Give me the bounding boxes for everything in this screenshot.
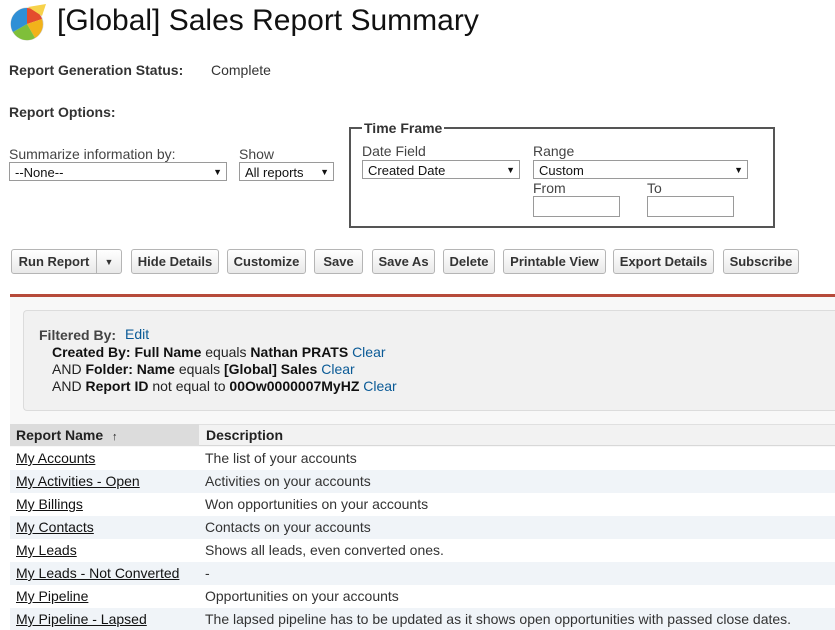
show-select-value: All reports xyxy=(245,164,304,180)
show-select[interactable]: All reports ▼ xyxy=(239,162,334,181)
summarize-select[interactable]: --None-- ▼ xyxy=(9,162,227,181)
time-frame-legend: Time Frame xyxy=(362,120,445,136)
status-value: Complete xyxy=(211,62,271,78)
export-details-button[interactable]: Export Details xyxy=(613,249,714,274)
table-row: My Accounts The list of your accounts xyxy=(10,447,835,470)
filter-operator: equals xyxy=(205,344,247,360)
report-description: Activities on your accounts xyxy=(205,473,371,489)
clear-filter-link[interactable]: Clear xyxy=(352,344,385,360)
from-label: From xyxy=(533,180,566,196)
filter-value: 00Ow0000007MyHZ xyxy=(229,378,360,394)
subscribe-button[interactable]: Subscribe xyxy=(723,249,799,274)
report-name-link[interactable]: My Activities - Open xyxy=(16,473,140,489)
page-title: [Global] Sales Report Summary xyxy=(57,4,479,37)
report-options-label: Report Options: xyxy=(9,104,116,120)
report-description: The lapsed pipeline has to be updated as… xyxy=(205,611,792,627)
filter-operator: equals xyxy=(178,361,221,377)
filter-value: Nathan PRATS xyxy=(250,344,349,360)
customize-button[interactable]: Customize xyxy=(227,249,306,274)
report-name-link[interactable]: My Accounts xyxy=(16,450,95,466)
report-description: Contacts on your accounts xyxy=(205,519,371,535)
filter-line: Created By: Full Name equals Nathan PRAT… xyxy=(52,344,386,360)
report-name-header-label[interactable]: Report Name ↑ xyxy=(16,427,118,443)
date-field-label: Date Field xyxy=(362,143,426,159)
show-label: Show xyxy=(239,146,275,162)
filter-field: Folder: Name xyxy=(85,361,175,377)
table-row: My Leads Shows all leads, even converted… xyxy=(10,539,835,562)
filter-line: AND Report ID not equal to 00Ow0000007My… xyxy=(52,378,397,394)
run-report-dropdown-button[interactable]: ▼ xyxy=(96,249,122,274)
save-as-button[interactable]: Save As xyxy=(372,249,435,274)
from-date-input[interactable] xyxy=(533,196,620,217)
report-name-link[interactable]: My Contacts xyxy=(16,519,94,535)
dropdown-arrow-icon: ▼ xyxy=(213,167,222,177)
hide-details-button[interactable]: Hide Details xyxy=(131,249,219,274)
dropdown-arrow-icon: ▼ xyxy=(320,167,329,177)
range-label: Range xyxy=(533,143,575,159)
filter-conjunction: AND xyxy=(52,361,82,377)
table-row: My Activities - Open Activities on your … xyxy=(10,470,835,493)
edit-filters-link[interactable]: Edit xyxy=(125,326,149,342)
table-row: My Billings Won opportunities on your ac… xyxy=(10,493,835,516)
dropdown-arrow-icon: ▼ xyxy=(506,165,515,175)
table-row: My Contacts Contacts on your accounts xyxy=(10,516,835,539)
delete-button[interactable]: Delete xyxy=(443,249,495,274)
report-name-header-text: Report Name xyxy=(16,427,104,443)
clear-filter-link[interactable]: Clear xyxy=(363,378,396,394)
filter-line: AND Folder: Name equals [Global] Sales C… xyxy=(52,361,355,377)
dropdown-arrow-icon: ▼ xyxy=(734,165,743,175)
report-description: Won opportunities on your accounts xyxy=(205,496,429,512)
report-chart-icon xyxy=(8,2,50,44)
run-report-button[interactable]: Run Report xyxy=(11,249,97,274)
status-label: Report Generation Status: xyxy=(9,62,184,78)
filter-field: Created By: Full Name xyxy=(52,344,202,360)
filter-field: Report ID xyxy=(85,378,149,394)
save-button[interactable]: Save xyxy=(314,249,363,274)
clear-filter-link[interactable]: Clear xyxy=(321,361,354,377)
report-name-link[interactable]: My Leads - Not Converted xyxy=(16,565,179,581)
summarize-select-value: --None-- xyxy=(15,164,64,180)
table-row: My Pipeline Opportunities on your accoun… xyxy=(10,585,835,608)
filter-value: [Global] Sales xyxy=(223,361,318,377)
description-column-header: Description xyxy=(206,427,284,443)
report-description: - xyxy=(205,565,210,581)
to-date-input[interactable] xyxy=(647,196,734,217)
report-description: The list of your accounts xyxy=(205,450,357,466)
to-label: To xyxy=(647,180,662,196)
report-description: Shows all leads, even converted ones. xyxy=(205,542,444,558)
range-value: Custom xyxy=(539,162,584,178)
filter-operator: not equal to xyxy=(152,378,226,394)
filtered-by-label: Filtered By: xyxy=(39,327,117,343)
report-name-link[interactable]: My Pipeline xyxy=(16,588,88,604)
report-name-link[interactable]: My Billings xyxy=(16,496,83,512)
table-row: My Pipeline - Lapsed The lapsed pipeline… xyxy=(10,608,835,630)
report-name-link[interactable]: My Pipeline - Lapsed xyxy=(16,611,147,627)
date-field-select[interactable]: Created Date ▼ xyxy=(362,160,520,179)
sort-ascending-icon: ↑ xyxy=(112,431,118,443)
table-row: My Leads - Not Converted - xyxy=(10,562,835,585)
printable-view-button[interactable]: Printable View xyxy=(503,249,606,274)
report-name-link[interactable]: My Leads xyxy=(16,542,77,558)
range-select[interactable]: Custom ▼ xyxy=(533,160,748,179)
report-description: Opportunities on your accounts xyxy=(205,588,399,604)
summarize-label: Summarize information by: xyxy=(9,146,176,162)
filter-conjunction: AND xyxy=(52,378,82,394)
date-field-value: Created Date xyxy=(368,162,446,178)
dropdown-arrow-icon: ▼ xyxy=(104,256,114,267)
